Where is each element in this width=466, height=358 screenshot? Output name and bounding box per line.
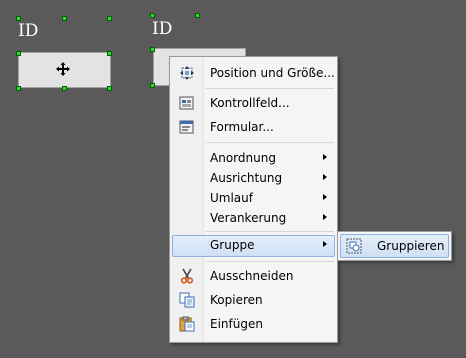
menu-item-label: Umlauf xyxy=(210,191,253,205)
menu-separator xyxy=(206,231,334,232)
menu-item-label: Kopieren xyxy=(210,293,263,307)
submenu-arrow-icon xyxy=(323,214,327,220)
menu-item-control-properties[interactable]: Kontrollfeld... xyxy=(172,93,335,113)
group-submenu: Gruppieren xyxy=(337,231,452,261)
selection-handle[interactable] xyxy=(107,51,112,56)
submenu-arrow-icon xyxy=(323,241,327,247)
selection-handle[interactable] xyxy=(150,83,155,88)
submenu-item-label: Gruppieren xyxy=(377,239,445,253)
menu-separator xyxy=(206,142,334,143)
selection-handle[interactable] xyxy=(150,47,155,52)
menu-item-label: Formular... xyxy=(210,120,274,134)
paste-icon xyxy=(179,316,195,332)
context-menu: Position und Größe... Kontrollfeld... Fo… xyxy=(169,56,338,343)
submenu-item-group[interactable]: Gruppieren xyxy=(340,234,449,258)
menu-item-label: Verankerung xyxy=(210,211,287,225)
menu-item-label: Anordnung xyxy=(210,151,276,165)
menu-item-paste[interactable]: Einfügen xyxy=(172,314,335,334)
menu-item-cut[interactable]: Ausschneiden xyxy=(172,266,335,286)
menu-item-label: Ausschneiden xyxy=(210,269,294,283)
move-cursor-icon xyxy=(56,62,70,76)
submenu-arrow-icon xyxy=(323,154,327,160)
cut-icon xyxy=(180,268,194,284)
menu-item-form-properties[interactable]: Formular... xyxy=(172,117,335,137)
selection-handle[interactable] xyxy=(107,16,112,21)
control-2-label: ID xyxy=(152,19,173,39)
submenu-arrow-icon xyxy=(323,174,327,180)
control-properties-icon xyxy=(179,96,194,110)
menu-item-wrap[interactable]: Umlauf xyxy=(172,188,335,208)
menu-item-label: Kontrollfeld... xyxy=(210,96,290,110)
selection-handle[interactable] xyxy=(16,51,21,56)
menu-item-copy[interactable]: Kopieren xyxy=(172,290,335,310)
menu-separator xyxy=(206,88,334,89)
menu-item-label: Einfügen xyxy=(210,317,263,331)
selection-handle[interactable] xyxy=(62,16,67,21)
menu-item-arrangement[interactable]: Anordnung xyxy=(172,148,335,168)
form-properties-icon xyxy=(179,120,194,134)
group-icon xyxy=(346,238,362,254)
position-size-icon xyxy=(180,66,194,80)
submenu-arrow-icon xyxy=(323,194,327,200)
control-1-label: ID xyxy=(18,21,39,41)
menu-item-group[interactable]: Gruppe xyxy=(172,235,335,257)
menu-item-alignment[interactable]: Ausrichtung xyxy=(172,168,335,188)
menu-item-label: Position und Größe... xyxy=(210,66,335,80)
selection-handle[interactable] xyxy=(107,86,112,91)
selection-handle[interactable] xyxy=(150,13,155,18)
menu-item-position-size[interactable]: Position und Größe... xyxy=(172,63,335,83)
menu-separator xyxy=(206,261,334,262)
menu-item-label: Ausrichtung xyxy=(210,171,283,185)
selection-handle[interactable] xyxy=(62,86,67,91)
selection-handle[interactable] xyxy=(16,16,21,21)
selection-handle[interactable] xyxy=(16,86,21,91)
copy-icon xyxy=(179,292,195,308)
selection-handle[interactable] xyxy=(195,13,200,18)
menu-item-anchor[interactable]: Verankerung xyxy=(172,208,335,228)
menu-item-label: Gruppe xyxy=(210,238,255,252)
